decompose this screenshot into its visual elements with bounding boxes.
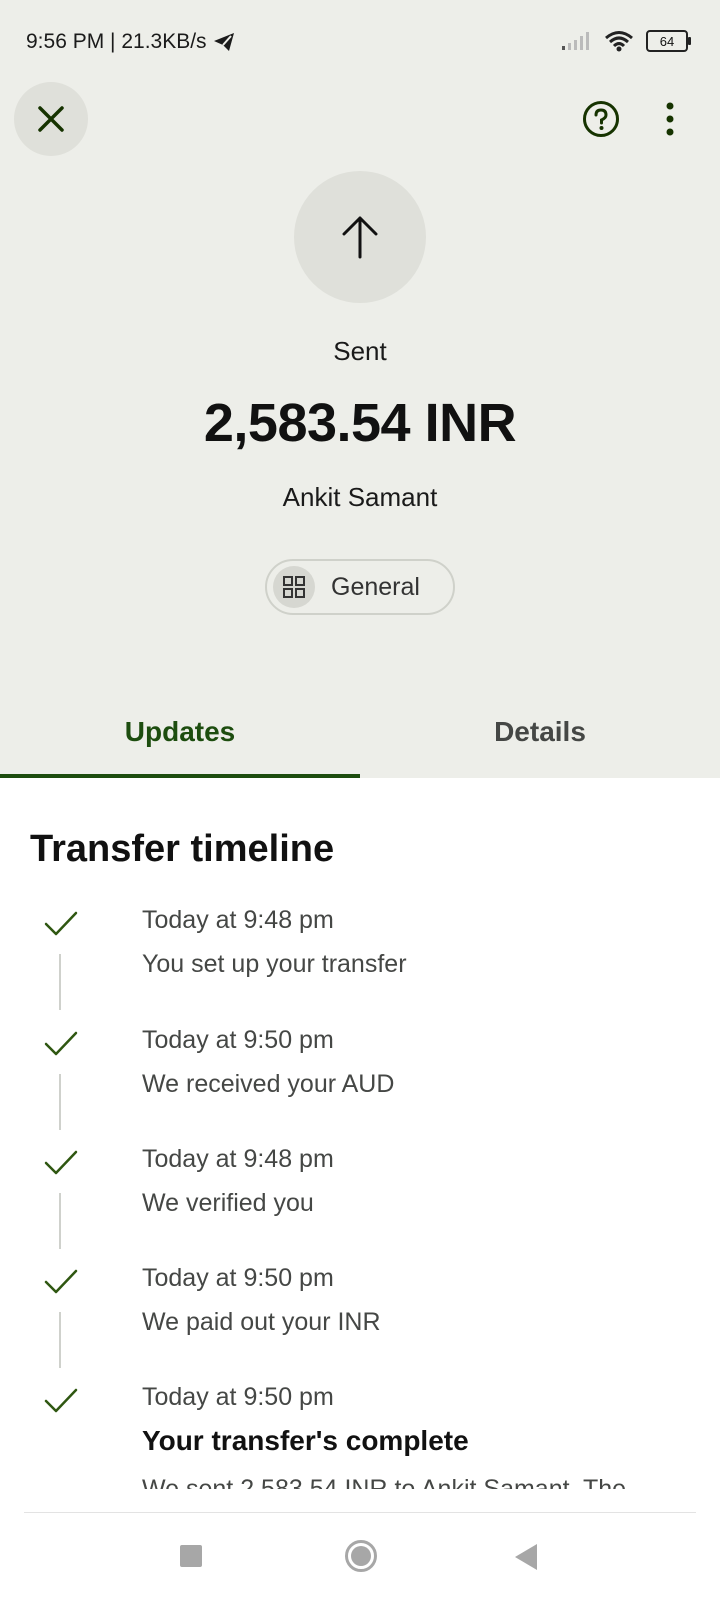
recents-icon[interactable] (180, 1545, 202, 1567)
check-icon (44, 911, 78, 936)
help-button[interactable] (582, 100, 620, 138)
tab-details[interactable]: Details (360, 716, 720, 748)
timeline-time: Today at 9:48 pm (142, 906, 334, 934)
timeline-text: We paid out your INR (142, 1308, 381, 1336)
transfer-direction-badge (294, 171, 426, 303)
more-vert-icon (666, 102, 674, 136)
timeline-time: Today at 9:50 pm (142, 1383, 334, 1411)
recipient-name: Ankit Samant (282, 482, 438, 512)
back-icon[interactable] (515, 1544, 537, 1570)
status-time-speed: 9:56 PM | 21.3KB/s (26, 30, 207, 53)
close-icon (38, 106, 64, 132)
timeline-title: Transfer timeline (30, 828, 335, 870)
status-left: 9:56 PM | 21.3KB/s (26, 30, 235, 54)
category-label: General (331, 572, 420, 601)
status-right: 64 (562, 30, 691, 52)
check-icon (44, 1150, 78, 1175)
timeline-time: Today at 9:48 pm (142, 1145, 334, 1173)
timeline-connector (59, 1074, 61, 1130)
check-icon (44, 1269, 78, 1294)
timeline-time: Today at 9:50 pm (142, 1026, 334, 1054)
timeline-text: We received your AUD (142, 1070, 395, 1098)
signal-icon (562, 32, 589, 50)
timeline-text: You set up your transfer (142, 950, 407, 978)
close-button[interactable] (14, 82, 88, 156)
home-icon[interactable] (345, 1540, 377, 1572)
more-options-button[interactable] (662, 100, 678, 138)
timeline-complete-heading: Your transfer's complete (142, 1425, 469, 1456)
timeline-connector (59, 1193, 61, 1249)
help-icon (583, 101, 619, 137)
timeline-time: Today at 9:50 pm (142, 1264, 334, 1292)
timeline-complete-detail: We sent 2,583.54 INR to Ankit Samant. Th… (142, 1475, 627, 1489)
telegram-icon (213, 33, 234, 51)
check-icon (44, 1031, 78, 1056)
home-icon-inner (351, 1546, 371, 1566)
battery-icon: 64 (646, 30, 691, 52)
active-tab-indicator (0, 774, 360, 778)
status-bar: 9:56 PM | 21.3KB/s 64 (0, 0, 720, 86)
transfer-status-label: Sent (333, 336, 387, 366)
category-chip[interactable]: General (265, 559, 455, 615)
timeline-connector (59, 1312, 61, 1368)
timeline-text: We verified you (142, 1189, 314, 1217)
battery-level: 64 (659, 33, 675, 49)
check-icon (44, 1388, 78, 1413)
arrow-up-icon (342, 216, 378, 259)
grid-icon (273, 566, 315, 608)
timeline-connector (59, 954, 61, 1010)
transfer-amount: 2,583.54 INR (203, 393, 517, 453)
wifi-icon (605, 31, 633, 52)
tab-updates[interactable]: Updates (0, 716, 360, 748)
